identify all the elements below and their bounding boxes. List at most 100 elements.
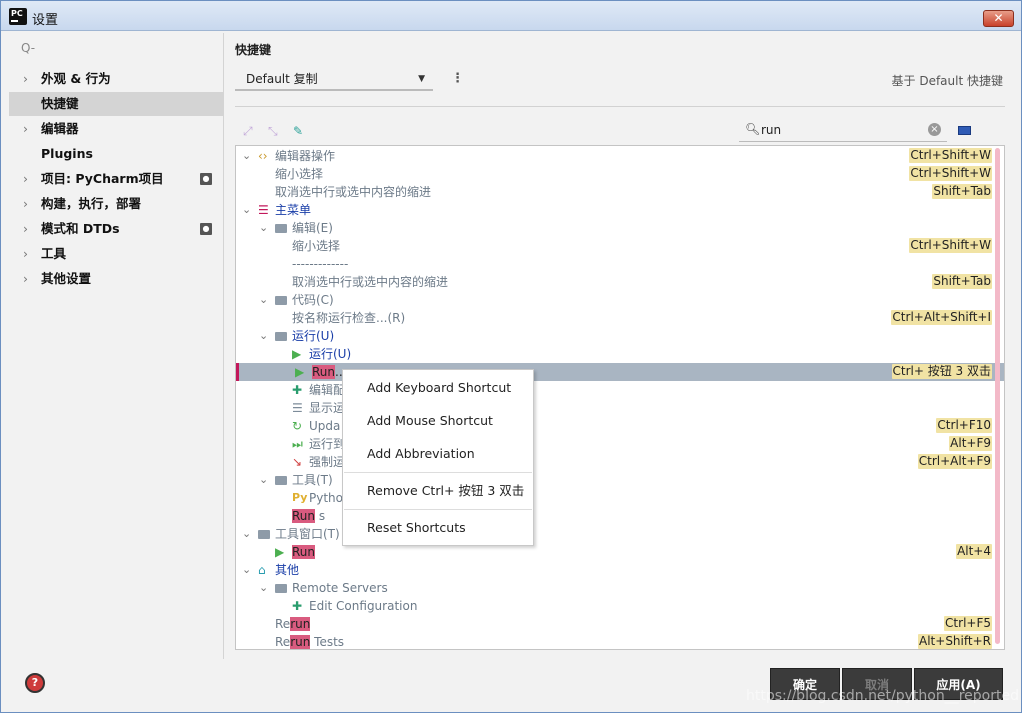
tree-row-label: 编辑器操作 [275, 149, 336, 163]
tree-row[interactable]: 按名称运行检查...(R) Ctrl+Alt+Shift+I [236, 309, 1004, 327]
chevron-right-icon[interactable]: › [23, 242, 28, 266]
tree-row[interactable]: 缩小选择 Ctrl+Shift+W [236, 237, 1004, 255]
sidebar-item-label: 模式和 DTDs [41, 221, 120, 236]
expand-toggle-icon[interactable]: ⌄ [259, 219, 268, 237]
expand-all-icon[interactable]: ⤢ [243, 124, 253, 139]
shortcut-badge: Ctrl+Shift+W [909, 238, 992, 253]
watermark: https://blog.csdn.net/python__reported [746, 688, 1019, 704]
tree-row[interactable]: 缩小选择 Ctrl+Shift+W [236, 165, 1004, 183]
chevron-right-icon[interactable]: › [23, 117, 28, 141]
expand-toggle-icon[interactable]: ⌄ [242, 201, 251, 219]
chevron-down-icon: ▼ [418, 74, 425, 84]
tree-row[interactable]: ⌄ Remote Servers [236, 579, 1004, 597]
chevron-right-icon[interactable]: › [23, 167, 28, 191]
expand-toggle-icon[interactable]: ⌄ [259, 291, 268, 309]
tree-row[interactable]: 取消选中行或选中内容的缩进 Shift+Tab [236, 273, 1004, 291]
title-bar[interactable]: PC 设置 ✕ [1, 1, 1021, 31]
project-scope-icon: ● [200, 173, 212, 185]
shortcut-badge: Alt+F9 [949, 436, 992, 451]
scrollbar[interactable] [995, 148, 1000, 644]
python-icon: Py [292, 491, 308, 504]
expand-toggle-icon[interactable]: ⌄ [259, 579, 268, 597]
collapse-all-icon[interactable]: ⤡ [268, 124, 278, 139]
keymap-dropdown[interactable]: Default 复制 ▼ [235, 69, 433, 91]
search-match-highlight: Run [312, 365, 336, 379]
help-icon[interactable]: ? [25, 673, 45, 693]
sidebar-item[interactable]: › 模式和 DTDs ● [9, 217, 224, 241]
tree-row[interactable]: 取消选中行或选中内容的缩进 Shift+Tab [236, 183, 1004, 201]
tree-row[interactable]: ⌄ 编辑(E) [236, 219, 1004, 237]
sidebar-item-label: 外观 & 行为 [41, 71, 111, 86]
sidebar-item[interactable]: Plugins [9, 142, 224, 166]
sidebar-item[interactable]: 快捷键 [9, 92, 224, 116]
shortcut-badge: Ctrl+Alt+Shift+I [891, 310, 992, 325]
more-options-icon[interactable]: ⋮ [451, 71, 464, 86]
shortcut-badge: Ctrl+F10 [936, 418, 992, 433]
sidebar-item[interactable]: › 构建，执行，部署 [9, 192, 224, 216]
project-scope-icon: ● [200, 223, 212, 235]
tree-row[interactable]: ⌄ 运行(U) [236, 327, 1004, 345]
sidebar-item[interactable]: › 项目: PyCharm项目 ● [9, 167, 224, 191]
sidebar-item[interactable]: › 编辑器 [9, 117, 224, 141]
expand-toggle-icon[interactable]: ⌄ [259, 471, 268, 489]
tree-row-label: 缩小选择 [275, 167, 324, 181]
remove-shortcut-item[interactable]: Remove Ctrl+ 按钮 3 双击 [343, 476, 533, 506]
sidebar-item[interactable]: › 工具 [9, 242, 224, 266]
run-to-cursor-icon: ⏭ [292, 437, 303, 451]
search-value: run [761, 123, 782, 137]
chevron-right-icon[interactable]: › [23, 192, 28, 216]
tree-row-label: Run [292, 543, 316, 561]
add-abbreviation-item[interactable]: Add Abbreviation [343, 439, 533, 469]
tree-row[interactable]: ⌄ 代码(C) [236, 291, 1004, 309]
add-mouse-shortcut-item[interactable]: Add Mouse Shortcut [343, 406, 533, 436]
chevron-right-icon[interactable]: › [23, 67, 28, 91]
tree-row-label: Rerun Tests [275, 633, 344, 649]
tree-row[interactable]: ------------- [236, 255, 1004, 273]
tree-row[interactable]: ▶ 运行(U) [236, 345, 1004, 363]
settings-window: PC 设置 ✕ Q- › 外观 & 行为 快捷键 › 编辑器 Plugins › 项目: Py… [0, 0, 1022, 713]
sidebar-item-label: Plugins [41, 146, 93, 161]
run-icon: ▶ [295, 365, 305, 379]
chevron-right-icon[interactable]: › [23, 267, 28, 291]
expand-toggle-icon[interactable]: ⌄ [242, 147, 251, 165]
shortcut-badge: Ctrl+F5 [944, 616, 992, 631]
based-on-label: 基于 Default 快捷键 [891, 74, 1003, 88]
divider [235, 106, 1005, 107]
sidebar-item-label: 编辑器 [41, 121, 79, 136]
window-title: 设置 [32, 13, 59, 28]
chevron-right-icon[interactable]: › [23, 217, 28, 241]
sidebar-item-label: 快捷键 [41, 96, 79, 111]
expand-toggle-icon[interactable]: ⌄ [242, 525, 251, 543]
find-by-shortcut-icon[interactable] [958, 126, 971, 135]
shortcut-badge: Shift+Tab [932, 274, 992, 289]
clear-search-icon[interactable]: × [928, 123, 941, 136]
settings-sidebar: Q- › 外观 & 行为 快捷键 › 编辑器 Plugins › 项目: PyCharm项目 ●… [9, 33, 224, 659]
tree-row[interactable]: ✚ Edit Configuration [236, 597, 1004, 615]
tree-row[interactable]: Rerun Ctrl+F5 [236, 615, 1004, 633]
edit-pencil-icon[interactable]: ✎ [293, 124, 303, 138]
tree-row-label: 运行(U) [309, 347, 352, 361]
close-button[interactable]: ✕ [983, 10, 1014, 27]
shortcut-search-input[interactable]: 🔍︎ run × [739, 120, 947, 142]
expand-toggle-icon[interactable]: ⌄ [242, 561, 251, 579]
tree-row[interactable]: ⌄ ☰ 主菜单 [236, 201, 1004, 219]
tree-row[interactable]: Rerun Tests Alt+Shift+R [236, 633, 1004, 649]
tree-row-label: 主菜单 [275, 203, 312, 217]
tree-row-label: Remote Servers [292, 581, 388, 595]
sidebar-item[interactable]: › 其他设置 [9, 267, 224, 291]
folder-icon [275, 327, 287, 346]
sidebar-item[interactable]: › 外观 & 行为 [9, 67, 224, 91]
tree-row-label: 按名称运行检查...(R) [292, 311, 406, 325]
shortcut-badge: Ctrl+ 按钮 3 双击 [891, 364, 992, 379]
search-match-highlight: run [290, 635, 311, 649]
page-title: 快捷键 [235, 43, 272, 57]
sidebar-search-input[interactable]: Q- [21, 41, 35, 55]
tree-row[interactable]: ⌄ ⌂ 其他 [236, 561, 1004, 579]
expand-toggle-icon[interactable]: ⌄ [259, 327, 268, 345]
folder-icon [258, 525, 270, 544]
tree-row-label: 运行(U) [292, 329, 335, 343]
menu-separator [344, 472, 532, 473]
add-keyboard-shortcut-item[interactable]: Add Keyboard Shortcut [343, 373, 533, 403]
tree-row[interactable]: ⌄ ‹› 编辑器操作 Ctrl+Shift+W [236, 147, 1004, 165]
reset-shortcuts-item[interactable]: Reset Shortcuts [343, 513, 533, 543]
